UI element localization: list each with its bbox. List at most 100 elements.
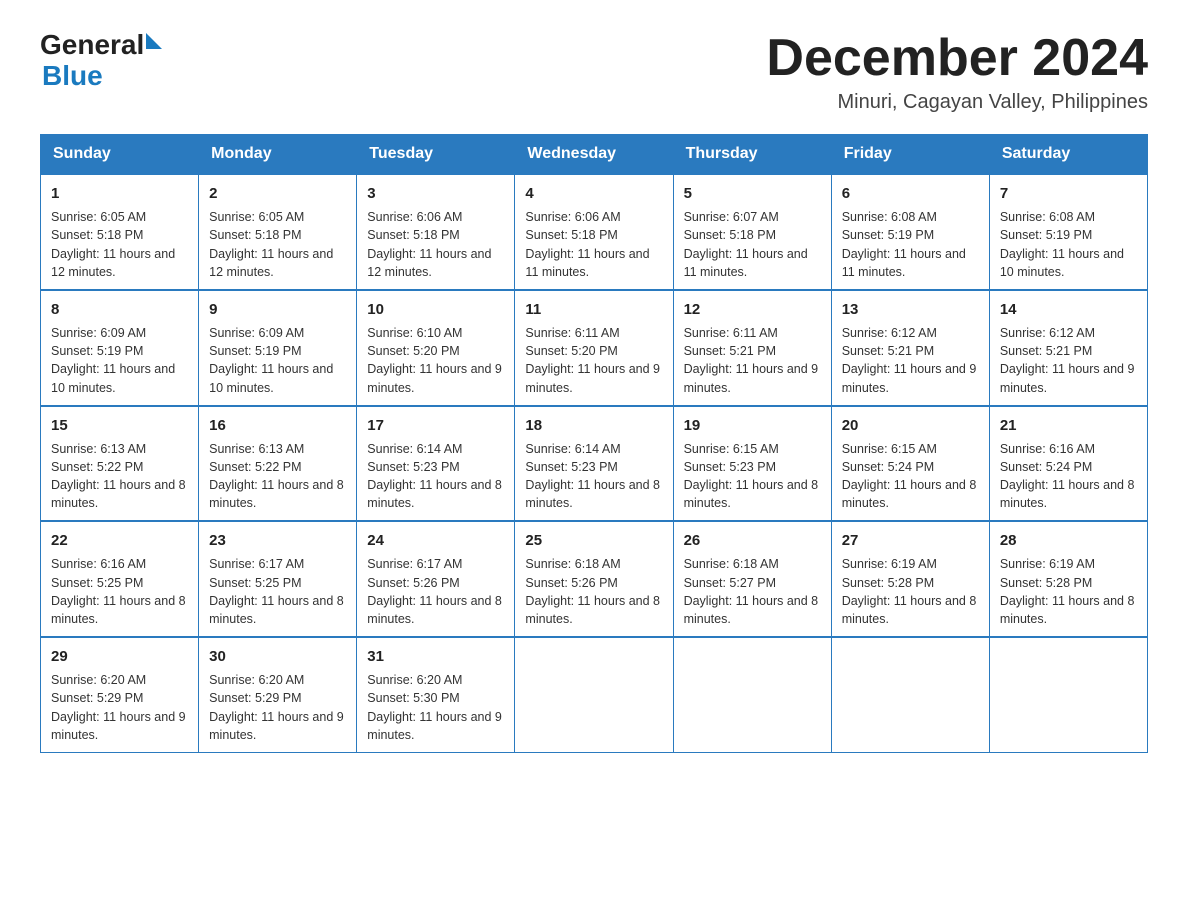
day-info: Sunrise: 6:05 AMSunset: 5:18 PMDaylight:… — [51, 210, 175, 279]
calendar-cell: 6 Sunrise: 6:08 AMSunset: 5:19 PMDaylight… — [831, 174, 989, 290]
week-row-4: 22Sunrise: 6:16 AMSunset: 5:25 PMDayligh… — [41, 521, 1148, 637]
day-info: Sunrise: 6:20 AMSunset: 5:30 PMDaylight:… — [367, 673, 502, 742]
column-header-saturday: Saturday — [989, 135, 1147, 175]
location-title: Minuri, Cagayan Valley, Philippines — [766, 91, 1148, 114]
calendar-cell: 20Sunrise: 6:15 AMSunset: 5:24 PMDayligh… — [831, 406, 989, 522]
calendar-header-row: SundayMondayTuesdayWednesdayThursdayFrid… — [41, 135, 1148, 175]
day-number: 6 — [842, 183, 979, 204]
day-info: Sunrise: 6:08 AMSunset: 5:19 PMDaylight:… — [1000, 210, 1124, 279]
day-number: 1 — [51, 183, 188, 204]
day-info: Sunrise: 6:17 AMSunset: 5:25 PMDaylight:… — [209, 557, 344, 626]
page-header: General Blue December 2024 Minuri, Cagay… — [40, 30, 1148, 114]
calendar-cell: 28 Sunrise: 6:19 AMSunset: 5:28 PMDayligh… — [989, 521, 1147, 637]
calendar-cell: 8 Sunrise: 6:09 AMSunset: 5:19 PMDaylight… — [41, 290, 199, 406]
calendar-cell: 16 Sunrise: 6:13 AMSunset: 5:22 PMDayligh… — [199, 406, 357, 522]
day-number: 16 — [209, 415, 346, 436]
day-number: 7 — [1000, 183, 1137, 204]
column-header-monday: Monday — [199, 135, 357, 175]
day-number: 28 — [1000, 530, 1137, 551]
day-info: Sunrise: 6:09 AMSunset: 5:19 PMDaylight:… — [51, 326, 175, 395]
day-info: Sunrise: 6:13 AMSunset: 5:22 PMDaylight:… — [209, 442, 344, 511]
day-number: 12 — [684, 299, 821, 320]
title-area: December 2024 Minuri, Cagayan Valley, Ph… — [766, 30, 1148, 114]
day-info: Sunrise: 6:19 AMSunset: 5:28 PMDaylight:… — [1000, 557, 1135, 626]
day-info: Sunrise: 6:16 AMSunset: 5:25 PMDaylight:… — [51, 557, 186, 626]
calendar-cell: 4 Sunrise: 6:06 AMSunset: 5:18 PMDaylight… — [515, 174, 673, 290]
day-info: Sunrise: 6:07 AMSunset: 5:18 PMDaylight:… — [684, 210, 808, 279]
calendar-cell — [673, 637, 831, 752]
day-number: 17 — [367, 415, 504, 436]
day-number: 4 — [525, 183, 662, 204]
week-row-3: 15 Sunrise: 6:13 AMSunset: 5:22 PMDayligh… — [41, 406, 1148, 522]
day-info: Sunrise: 6:11 AMSunset: 5:20 PMDaylight:… — [525, 326, 660, 395]
calendar-cell: 15 Sunrise: 6:13 AMSunset: 5:22 PMDayligh… — [41, 406, 199, 522]
calendar-cell: 1 Sunrise: 6:05 AMSunset: 5:18 PMDaylight… — [41, 174, 199, 290]
day-number: 23 — [209, 530, 346, 551]
day-number: 29 — [51, 646, 188, 667]
column-header-thursday: Thursday — [673, 135, 831, 175]
day-info: Sunrise: 6:06 AMSunset: 5:18 PMDaylight:… — [525, 210, 649, 279]
calendar-cell: 2 Sunrise: 6:05 AMSunset: 5:18 PMDaylight… — [199, 174, 357, 290]
column-header-sunday: Sunday — [41, 135, 199, 175]
calendar-cell — [831, 637, 989, 752]
day-number: 9 — [209, 299, 346, 320]
day-info: Sunrise: 6:20 AMSunset: 5:29 PMDaylight:… — [209, 673, 344, 742]
day-number: 2 — [209, 183, 346, 204]
logo-general-text: General — [40, 30, 144, 61]
calendar-cell: 10Sunrise: 6:10 AMSunset: 5:20 PMDayligh… — [357, 290, 515, 406]
calendar-cell: 5Sunrise: 6:07 AMSunset: 5:18 PMDaylight… — [673, 174, 831, 290]
day-number: 27 — [842, 530, 979, 551]
calendar-cell: 14Sunrise: 6:12 AMSunset: 5:21 PMDayligh… — [989, 290, 1147, 406]
calendar-cell — [515, 637, 673, 752]
day-info: Sunrise: 6:11 AMSunset: 5:21 PMDaylight:… — [684, 326, 819, 395]
day-info: Sunrise: 6:12 AMSunset: 5:21 PMDaylight:… — [842, 326, 977, 395]
calendar-cell: 23 Sunrise: 6:17 AMSunset: 5:25 PMDayligh… — [199, 521, 357, 637]
calendar-cell: 22Sunrise: 6:16 AMSunset: 5:25 PMDayligh… — [41, 521, 199, 637]
day-number: 11 — [525, 299, 662, 320]
day-info: Sunrise: 6:14 AMSunset: 5:23 PMDaylight:… — [525, 442, 660, 511]
day-number: 10 — [367, 299, 504, 320]
calendar-cell: 26 Sunrise: 6:18 AMSunset: 5:27 PMDayligh… — [673, 521, 831, 637]
day-info: Sunrise: 6:05 AMSunset: 5:18 PMDaylight:… — [209, 210, 333, 279]
calendar-cell: 31Sunrise: 6:20 AMSunset: 5:30 PMDayligh… — [357, 637, 515, 752]
day-number: 30 — [209, 646, 346, 667]
logo-blue-text: Blue — [42, 61, 103, 92]
day-info: Sunrise: 6:06 AMSunset: 5:18 PMDaylight:… — [367, 210, 491, 279]
calendar-cell: 18Sunrise: 6:14 AMSunset: 5:23 PMDayligh… — [515, 406, 673, 522]
column-header-tuesday: Tuesday — [357, 135, 515, 175]
day-info: Sunrise: 6:19 AMSunset: 5:28 PMDaylight:… — [842, 557, 977, 626]
day-info: Sunrise: 6:12 AMSunset: 5:21 PMDaylight:… — [1000, 326, 1135, 395]
calendar-cell: 7 Sunrise: 6:08 AMSunset: 5:19 PMDaylight… — [989, 174, 1147, 290]
day-info: Sunrise: 6:14 AMSunset: 5:23 PMDaylight:… — [367, 442, 502, 511]
day-info: Sunrise: 6:13 AMSunset: 5:22 PMDaylight:… — [51, 442, 186, 511]
calendar-cell: 19 Sunrise: 6:15 AMSunset: 5:23 PMDayligh… — [673, 406, 831, 522]
calendar-cell: 3Sunrise: 6:06 AMSunset: 5:18 PMDaylight… — [357, 174, 515, 290]
day-number: 19 — [684, 415, 821, 436]
logo: General Blue — [40, 30, 162, 92]
column-header-friday: Friday — [831, 135, 989, 175]
calendar-cell: 29 Sunrise: 6:20 AMSunset: 5:29 PMDayligh… — [41, 637, 199, 752]
day-info: Sunrise: 6:15 AMSunset: 5:23 PMDaylight:… — [684, 442, 819, 511]
calendar-table: SundayMondayTuesdayWednesdayThursdayFrid… — [40, 134, 1148, 753]
calendar-cell: 9Sunrise: 6:09 AMSunset: 5:19 PMDaylight… — [199, 290, 357, 406]
calendar-cell — [989, 637, 1147, 752]
day-number: 26 — [684, 530, 821, 551]
calendar-cell: 24Sunrise: 6:17 AMSunset: 5:26 PMDayligh… — [357, 521, 515, 637]
day-number: 24 — [367, 530, 504, 551]
day-info: Sunrise: 6:18 AMSunset: 5:27 PMDaylight:… — [684, 557, 819, 626]
day-info: Sunrise: 6:16 AMSunset: 5:24 PMDaylight:… — [1000, 442, 1135, 511]
week-row-2: 8 Sunrise: 6:09 AMSunset: 5:19 PMDaylight… — [41, 290, 1148, 406]
calendar-cell: 30 Sunrise: 6:20 AMSunset: 5:29 PMDayligh… — [199, 637, 357, 752]
day-number: 15 — [51, 415, 188, 436]
day-number: 25 — [525, 530, 662, 551]
month-title: December 2024 — [766, 30, 1148, 87]
day-info: Sunrise: 6:08 AMSunset: 5:19 PMDaylight:… — [842, 210, 966, 279]
calendar-cell: 13 Sunrise: 6:12 AMSunset: 5:21 PMDayligh… — [831, 290, 989, 406]
day-number: 21 — [1000, 415, 1137, 436]
day-info: Sunrise: 6:20 AMSunset: 5:29 PMDaylight:… — [51, 673, 186, 742]
calendar-cell: 25Sunrise: 6:18 AMSunset: 5:26 PMDayligh… — [515, 521, 673, 637]
day-number: 8 — [51, 299, 188, 320]
day-number: 20 — [842, 415, 979, 436]
day-number: 13 — [842, 299, 979, 320]
week-row-5: 29 Sunrise: 6:20 AMSunset: 5:29 PMDayligh… — [41, 637, 1148, 752]
